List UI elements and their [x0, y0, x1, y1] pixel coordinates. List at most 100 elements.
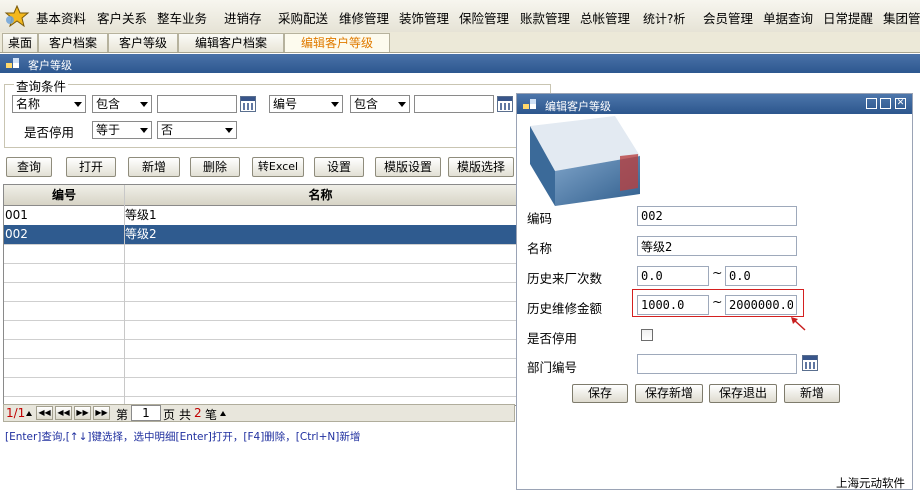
menu-statistics[interactable]: 统计?析	[643, 10, 685, 27]
menu-vehicle-business[interactable]: 整车业务	[157, 8, 207, 27]
amount-from-input[interactable]	[637, 295, 709, 315]
triangle-up-icon	[26, 411, 32, 416]
menu-purchasing[interactable]: 采购配送	[278, 8, 328, 27]
next-page-button[interactable]: ▶▶	[74, 406, 91, 420]
table-row[interactable]	[4, 339, 516, 359]
name-label: 名称	[527, 241, 553, 256]
menu-document-query[interactable]: 单据查询	[763, 8, 813, 27]
grid-header: 编号 名称	[4, 185, 516, 206]
menu-repair[interactable]: 维修管理	[339, 8, 389, 27]
disabled-checkbox[interactable]	[641, 329, 653, 341]
code-label: 编码	[527, 211, 553, 226]
red-arrow-icon	[791, 317, 806, 331]
query-op2-value: 包含	[354, 97, 379, 111]
add-button[interactable]: 新增	[128, 157, 180, 177]
query-button[interactable]: 查询	[6, 157, 52, 177]
query-disabled-value-select[interactable]: 否	[157, 121, 237, 139]
top-menu-bar: 基本资料 客户关系 整车业务 进销存 采购配送 维修管理 装饰管理 保险管理 账…	[0, 0, 920, 33]
query-disabled-label: 是否停用	[24, 125, 75, 140]
calendar-icon[interactable]	[802, 355, 818, 371]
menu-members[interactable]: 会员管理	[703, 8, 753, 27]
cell-name: 等级2	[125, 227, 157, 241]
query-disabled-op-select[interactable]: 等于	[92, 121, 152, 139]
query-field2-select[interactable]: 编号	[269, 95, 343, 113]
column-header-code[interactable]: 编号	[4, 185, 124, 205]
query-panel	[4, 84, 551, 148]
tab-edit-customer-level[interactable]: 编辑客户等级	[284, 33, 390, 52]
dialog-title: 编辑客户等级	[545, 100, 611, 113]
menu-daily-reminder[interactable]: 日常提醒	[823, 8, 873, 27]
customer-level-grid: 编号 名称 001 等级1 002 等级2	[3, 184, 517, 406]
menu-insurance[interactable]: 保险管理	[459, 8, 509, 27]
table-row[interactable]: 001 等级1	[4, 206, 516, 226]
settings-button[interactable]: 设置	[314, 157, 364, 177]
name-input[interactable]	[637, 236, 797, 256]
last-page-button[interactable]: ▶▶	[93, 406, 110, 420]
column-header-name[interactable]: 名称	[125, 185, 516, 205]
save-and-exit-button[interactable]: 保存退出	[709, 384, 777, 403]
calendar-icon[interactable]	[240, 96, 256, 112]
menu-customer-relations[interactable]: 客户关系	[97, 8, 147, 27]
query-op2-select[interactable]: 包含	[350, 95, 410, 113]
prev-page-button[interactable]: ◀◀	[55, 406, 72, 420]
chevron-down-icon	[331, 102, 339, 107]
query-disabled-op-value: 等于	[96, 123, 121, 137]
main-window-title: 客户等级	[28, 59, 72, 72]
menu-group[interactable]: 集团管	[883, 8, 920, 27]
template-select-button[interactable]: 模版选择	[448, 157, 514, 177]
tab-edit-customer-file[interactable]: 编辑客户档案	[178, 33, 284, 52]
export-excel-button[interactable]: 转Excel	[252, 157, 304, 177]
query-disabled-value: 否	[161, 123, 174, 137]
amount-to-input[interactable]	[725, 295, 797, 315]
amount-label: 历史维修金额	[527, 301, 603, 316]
cell-code: 001	[5, 208, 28, 222]
menu-accounts[interactable]: 账款管理	[520, 8, 570, 27]
table-row[interactable]	[4, 377, 516, 397]
table-row[interactable]	[4, 301, 516, 321]
menu-inventory[interactable]: 进销存	[224, 8, 262, 27]
tab-customer-file[interactable]: 客户档案	[38, 33, 108, 52]
delete-button[interactable]: 删除	[190, 157, 240, 177]
maximize-icon[interactable]	[880, 98, 891, 109]
query-value1-input[interactable]	[157, 95, 237, 113]
chevron-down-icon	[398, 102, 406, 107]
table-row[interactable]	[4, 358, 516, 378]
save-and-new-button[interactable]: 保存新增	[635, 384, 703, 403]
menu-general-ledger[interactable]: 总帐管理	[580, 8, 630, 27]
calendar-icon[interactable]	[497, 96, 513, 112]
table-row[interactable]	[4, 263, 516, 283]
book-illustration-icon	[530, 116, 640, 206]
table-row[interactable]	[4, 320, 516, 340]
table-row[interactable]	[4, 282, 516, 302]
template-settings-button[interactable]: 模版设置	[375, 157, 441, 177]
table-row[interactable]	[4, 244, 516, 264]
window-icon	[523, 99, 536, 109]
dept-input[interactable]	[637, 354, 797, 374]
cell-name: 等级1	[125, 208, 157, 222]
new-button[interactable]: 新增	[784, 384, 840, 403]
query-value2-input[interactable]	[414, 95, 494, 113]
page-number-input[interactable]	[131, 405, 161, 421]
first-page-button[interactable]: ◀◀	[36, 406, 53, 420]
close-icon[interactable]: ✕	[895, 98, 906, 109]
vendor-footer: 上海元动软件	[836, 476, 905, 490]
code-input[interactable]	[637, 206, 797, 226]
total-unit: 笔	[205, 408, 218, 422]
open-button[interactable]: 打开	[66, 157, 116, 177]
minimize-icon[interactable]	[866, 98, 877, 109]
table-row[interactable]: 002 等级2	[4, 225, 516, 245]
page-unit: 页	[163, 408, 176, 422]
save-button[interactable]: 保存	[572, 384, 628, 403]
total-count: 2	[194, 406, 202, 420]
query-op1-select[interactable]: 包含	[92, 95, 152, 113]
edit-customer-level-dialog: 编辑客户等级 ✕ 编码 名称 历史来厂次数 ~ 历史维修金额 ~ 是否停用 部门…	[516, 93, 913, 490]
visits-to-input[interactable]	[725, 266, 797, 286]
dialog-title-bar[interactable]: 编辑客户等级 ✕	[517, 94, 912, 114]
menu-decoration[interactable]: 装饰管理	[399, 8, 449, 27]
query-field1-select[interactable]: 名称	[12, 95, 86, 113]
range-separator: ~	[712, 294, 723, 309]
menu-basic-data[interactable]: 基本资料	[36, 8, 86, 27]
tab-customer-level[interactable]: 客户等级	[108, 33, 178, 52]
visits-from-input[interactable]	[637, 266, 709, 286]
tab-desktop[interactable]: 桌面	[2, 33, 38, 52]
